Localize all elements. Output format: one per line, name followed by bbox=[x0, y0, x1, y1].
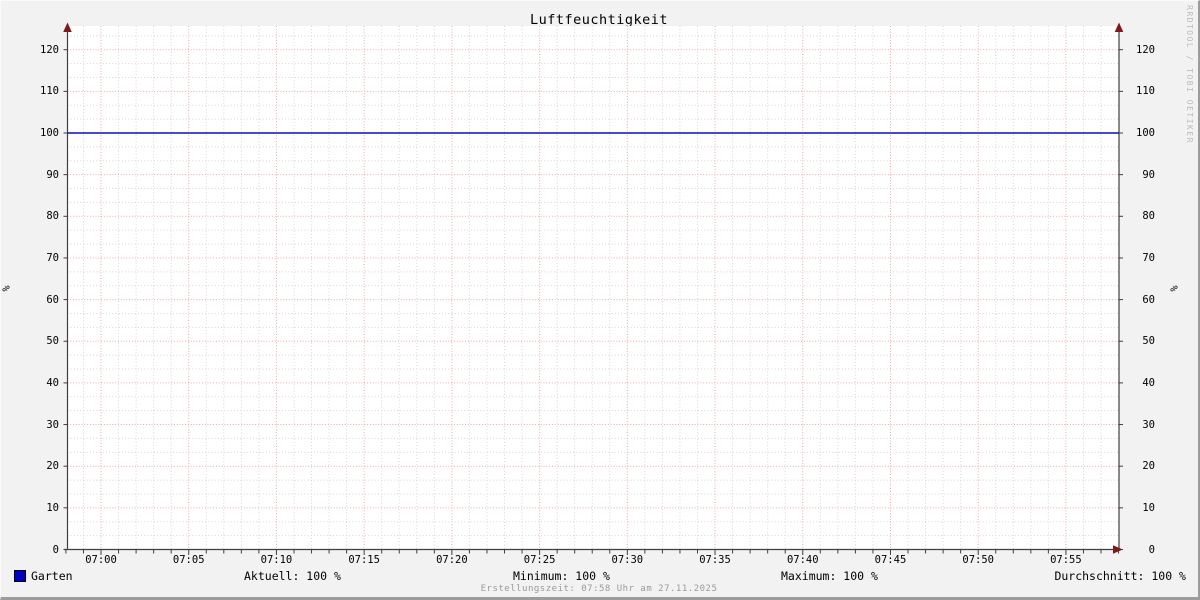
x-axis-label: 07:05 bbox=[172, 554, 205, 566]
y-axis-label-left: 30 bbox=[46, 418, 59, 431]
rrdtool-watermark: RRDTOOL / TOBI OETIKER bbox=[1185, 5, 1194, 144]
stat-aktuell: Aktuell: 100 % bbox=[244, 569, 341, 583]
stat-durchschnitt: Durchschnitt: 100 % bbox=[1054, 569, 1186, 583]
y-axis-label-left: 50 bbox=[46, 335, 59, 348]
y-axis-label-left: 20 bbox=[46, 460, 59, 473]
y-axis-label-left: 40 bbox=[46, 376, 59, 389]
axis-labels: 0 0 10 10 20 20 30 30 40 40 50 50 60 60 70 70 80 80 90 90 10… bbox=[1, 1, 1198, 597]
y-axis-label-right: 80 bbox=[1142, 210, 1155, 223]
y-axis-label-left: 120 bbox=[40, 43, 59, 56]
y-axis-label-left: 0 bbox=[52, 543, 59, 556]
y-axis-unit-left: % bbox=[1, 285, 13, 292]
x-axis-label: 07:20 bbox=[436, 554, 468, 566]
x-axis-label: 07:35 bbox=[699, 554, 731, 566]
y-axis-label-left: 60 bbox=[46, 293, 59, 306]
y-axis-label-right: 20 bbox=[1142, 460, 1155, 473]
y-axis-label-left: 100 bbox=[40, 127, 59, 139]
x-axis-label: 07:40 bbox=[786, 554, 819, 566]
y-axis-label-right: 100 bbox=[1136, 127, 1155, 139]
y-axis-label-right: 0 bbox=[1148, 543, 1155, 556]
y-axis-label-left: 10 bbox=[46, 501, 59, 514]
y-axis-label-right: 50 bbox=[1142, 335, 1155, 348]
chart-title: Luftfeuchtigkeit bbox=[529, 12, 669, 28]
y-axis-label-right: 90 bbox=[1142, 168, 1155, 181]
chart-canvas bbox=[63, 22, 1124, 555]
y-axis-label-left: 70 bbox=[46, 251, 59, 264]
y-axis-label-right: 10 bbox=[1142, 501, 1155, 514]
series-label: Garten bbox=[31, 569, 73, 583]
y-axis-unit-right: % bbox=[1169, 285, 1181, 292]
x-axis-label: 07:15 bbox=[348, 554, 380, 566]
y-axis-label-left: 90 bbox=[46, 168, 59, 181]
x-axis-label: 07:45 bbox=[874, 554, 907, 566]
x-axis-label: 07:55 bbox=[1050, 554, 1082, 566]
x-axis-label: 07:10 bbox=[260, 554, 293, 566]
y-axis-label-right: 60 bbox=[1142, 293, 1155, 306]
y-axis-label-right: 110 bbox=[1136, 85, 1155, 98]
x-axis-label: 07:00 bbox=[85, 554, 117, 566]
y-axis-label-left: 80 bbox=[46, 210, 59, 223]
plot-area bbox=[1, 1, 1198, 597]
rrdtool-graph: Luftfeuchtigkeit RRDTOOL / TOBI OETIKER … bbox=[0, 0, 1200, 600]
x-axis-label: 07:50 bbox=[962, 554, 994, 566]
stat-minimum: Minimum: 100 % bbox=[513, 569, 610, 583]
stat-maximum: Maximum: 100 % bbox=[781, 569, 878, 583]
series-color-swatch bbox=[14, 570, 26, 582]
y-axis-label-right: 70 bbox=[1142, 251, 1155, 264]
y-axis-label-right: 40 bbox=[1142, 376, 1155, 389]
legend-row: Garten Aktuell: 100 % Minimum: 100 % Max… bbox=[1, 569, 1198, 583]
y-axis-label-right: 120 bbox=[1136, 43, 1155, 56]
x-axis-label: 07:30 bbox=[611, 554, 644, 566]
x-axis-label: 07:25 bbox=[523, 554, 556, 566]
creation-timestamp: Erstellungszeit: 07:58 Uhr am 27.11.2025 bbox=[480, 584, 718, 594]
y-axis-label-left: 110 bbox=[40, 85, 59, 98]
y-axis-label-right: 30 bbox=[1142, 418, 1155, 431]
